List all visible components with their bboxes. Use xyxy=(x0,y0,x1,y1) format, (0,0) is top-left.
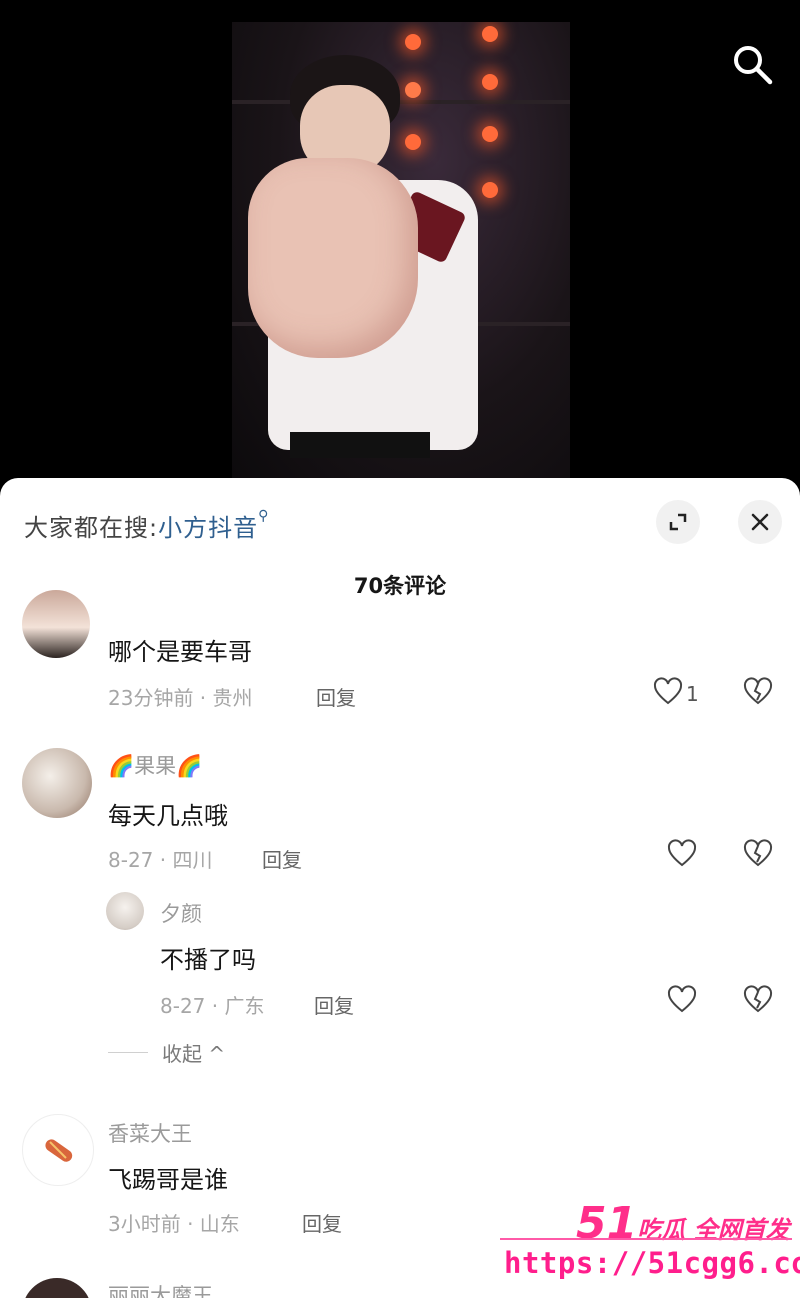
heart-icon[interactable] xyxy=(666,984,700,1018)
stage-light xyxy=(405,82,421,98)
close-button[interactable] xyxy=(738,500,782,544)
expand-icon xyxy=(669,513,687,531)
sausage-icon xyxy=(45,1139,73,1162)
trending-keyword[interactable]: 小方抖音 xyxy=(158,514,258,542)
avatar[interactable] xyxy=(22,590,90,658)
watermark-brand: 51吃瓜 全网首发 xyxy=(576,1198,790,1249)
avatar[interactable] xyxy=(22,1278,92,1298)
avatar[interactable] xyxy=(106,892,144,930)
trending-search[interactable]: 大家都在搜:小方抖音⚲ xyxy=(24,508,269,543)
search-icon[interactable] xyxy=(728,40,776,88)
comment-meta: 8-27 · 四川 xyxy=(108,848,213,872)
watermark-number: 51 xyxy=(576,1198,638,1249)
avatar[interactable] xyxy=(22,1114,94,1186)
video-player[interactable] xyxy=(0,0,800,480)
comment-count: 70条评论 xyxy=(353,574,447,598)
reply-button[interactable]: 回复 xyxy=(314,990,354,1019)
avatar[interactable] xyxy=(22,748,92,818)
dislike-icon[interactable] xyxy=(742,984,776,1018)
stage-light xyxy=(405,134,421,150)
comment-text: 不播了吗 xyxy=(160,946,256,974)
comment-username[interactable]: 香菜大王 xyxy=(108,1118,192,1148)
stage-bar xyxy=(232,100,570,104)
trending-prefix: 大家都在搜: xyxy=(24,514,159,542)
collapse-replies-button[interactable]: 收起 ^ xyxy=(108,1038,225,1067)
comment-meta: 8-27 · 广东 xyxy=(160,994,265,1018)
like-count: 1 xyxy=(686,682,699,706)
comment-text: 飞踢哥是谁 xyxy=(108,1166,228,1194)
performer-belt xyxy=(290,432,430,458)
performer-fist xyxy=(248,158,418,358)
stage-light xyxy=(482,182,498,198)
comment-meta: 23分钟前 · 贵州 xyxy=(108,686,253,710)
stage-light xyxy=(482,74,498,90)
close-icon xyxy=(751,513,769,531)
dislike-icon[interactable] xyxy=(742,676,776,710)
divider xyxy=(108,1052,148,1053)
comment-meta: 3小时前 · 山东 xyxy=(108,1212,240,1236)
reply-button[interactable]: 回复 xyxy=(316,682,356,711)
reply-button[interactable]: 回复 xyxy=(302,1208,342,1237)
comments-sheet: 大家都在搜:小方抖音⚲ 70条评论 哪个是要车哥 23分钟前 · 贵州 回复 1… xyxy=(0,478,800,1298)
collapse-label: 收起 ^ xyxy=(162,1042,226,1066)
comment-username[interactable]: 🌈果果🌈 xyxy=(108,750,202,780)
comment-username[interactable]: 夕颜 xyxy=(160,898,202,928)
heart-icon[interactable] xyxy=(666,838,700,872)
dislike-icon[interactable] xyxy=(742,838,776,872)
reply-button[interactable]: 回复 xyxy=(262,844,302,873)
search-icon: ⚲ xyxy=(258,508,270,524)
stage-light xyxy=(482,26,498,42)
comment-text: 每天几点哦 xyxy=(108,802,228,830)
watermark-rule xyxy=(500,1238,792,1240)
heart-icon[interactable] xyxy=(652,676,686,710)
stage-light xyxy=(405,34,421,50)
expand-button[interactable] xyxy=(656,500,700,544)
stage-light xyxy=(482,126,498,142)
comment-username[interactable]: 丽丽大魔王 xyxy=(108,1280,213,1298)
comment-text: 哪个是要车哥 xyxy=(108,638,252,666)
watermark-url: https://51cgg6.com xyxy=(504,1246,800,1280)
